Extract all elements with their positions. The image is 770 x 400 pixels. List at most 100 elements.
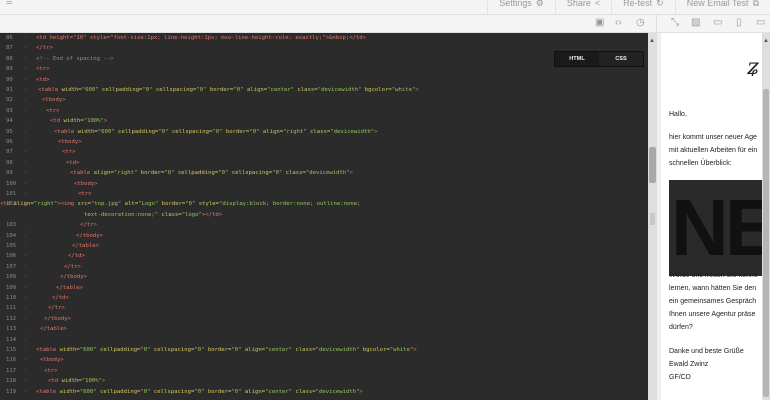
code-token: "center" (265, 388, 296, 395)
preview-scroll-thumb[interactable] (763, 89, 769, 397)
code-token: border= (161, 201, 186, 208)
line-number: 113 (6, 326, 17, 333)
line-number: 117 (6, 367, 17, 374)
code-text: </table> (72, 242, 99, 251)
code-token: border= (209, 87, 234, 93)
code-token: </td> (52, 295, 69, 301)
code-token: cellspacing= (155, 87, 197, 93)
fold-marker: · (24, 388, 28, 395)
email-preview: ʑ Hallo, hier kommt unser neuer Age mit … (661, 33, 762, 400)
code-text: <tr> (78, 190, 91, 199)
fold-marker: · (24, 191, 28, 197)
body-line-3: ein gemeinsames Gespräch (669, 298, 757, 305)
code-text: <table align="right" border="0" cellpadd… (70, 169, 353, 178)
code-token: text-decoration:none;" (84, 211, 162, 218)
code-token: </tr> (48, 305, 65, 312)
code-text: <table width="600" cellpadding="0" cells… (36, 346, 417, 355)
fold-marker: · (24, 357, 28, 364)
code-token: cellspacing= (231, 170, 273, 177)
line-number: 109 (6, 284, 17, 291)
line-number: 106 (6, 253, 17, 260)
code-token: "white" (391, 87, 416, 93)
code-token: "0" (158, 128, 172, 135)
preview-scroll-up-icon[interactable]: ▲ (763, 38, 769, 44)
intro-line-3: schnellen Überblick: (669, 160, 732, 167)
line-number: 119 (6, 388, 17, 395)
code-token: "0" (272, 170, 286, 177)
line-number: 93 (6, 107, 13, 114)
line-number: 115 (6, 347, 17, 353)
layout-icon[interactable]: ▣ (595, 18, 604, 28)
line-number: 88 (6, 55, 13, 62)
code-token: > (415, 87, 419, 93)
line-number: 89 (6, 66, 13, 73)
code-token: "0" (185, 201, 199, 208)
code-token: cellpadding= (102, 87, 143, 93)
expand-icon[interactable]: ⤡ (671, 18, 679, 28)
code-text: <td width="100%"> (50, 117, 107, 126)
retest-button[interactable]: Re-test ↻ (611, 0, 675, 14)
signature-company: GF/CD (669, 374, 691, 381)
code-token: <tbody> (42, 97, 66, 104)
tab-css[interactable]: CSS (599, 52, 643, 66)
code-token: alt= (124, 201, 139, 208)
resize-handle[interactable] (650, 213, 655, 225)
code-token: <table (54, 128, 78, 135)
preview-scrollbar[interactable]: ▲ (762, 33, 770, 400)
fold-marker: · (24, 55, 28, 62)
code-token: "0" (196, 87, 210, 93)
tab-html[interactable]: HTML (555, 52, 599, 66)
code-token: "devicewidth" (330, 128, 375, 135)
desktop-icon[interactable]: ▭ (756, 18, 765, 28)
code-icon[interactable]: ‹› (615, 18, 622, 28)
code-token: <table (70, 170, 94, 177)
code-token: "center" (267, 87, 298, 93)
fold-marker: · (24, 263, 28, 270)
code-text: </tbody> (76, 232, 103, 241)
code-token: > (101, 378, 106, 385)
greeting-text: Hallo, (669, 111, 687, 118)
history-icon[interactable]: ◷ (636, 18, 645, 28)
code-token: "0" (249, 128, 263, 135)
image-icon[interactable]: ▨ (691, 18, 700, 28)
line-number: 100 (6, 180, 17, 187)
code-token: cellspacing= (153, 388, 195, 395)
body-line-1: Würde uns freuen Sie kenne (669, 272, 758, 279)
hamburger-icon[interactable]: ≡ (6, 0, 12, 8)
new-test-button[interactable]: New Email Test ⧉ (674, 0, 770, 14)
code-token: "0" (164, 170, 178, 177)
code-editor[interactable]: 86 · <td height="10" style="font-size:1px;… (0, 33, 648, 400)
settings-button[interactable]: Settings ⚙ (487, 0, 555, 14)
tablet-icon[interactable]: ▭ (713, 18, 722, 28)
code-token: class= (295, 388, 316, 395)
body-line-4: Ihnen unsere Agentur präse (669, 311, 756, 318)
phone-icon[interactable]: ▯ (736, 18, 742, 28)
editor-scroll-thumb[interactable] (649, 147, 656, 183)
code-token: class= (161, 211, 182, 218)
code-text: <table width="600" cellpadding="0" cells… (38, 86, 419, 95)
code-text: <td> (66, 159, 79, 168)
line-number: 116 (6, 357, 17, 364)
scroll-up-icon[interactable]: ▲ (649, 38, 655, 44)
fold-marker: · (24, 274, 28, 281)
code-token: bgcolor= (362, 347, 390, 353)
code-token: align= (244, 347, 266, 353)
share-button[interactable]: Share < (554, 0, 611, 14)
editor-scrollbar[interactable]: ▲ (648, 33, 657, 400)
share-label: Share (566, 0, 591, 8)
code-token: cellspacing= (153, 347, 195, 353)
line-number: 105 (6, 243, 17, 249)
line-number: 97 (6, 149, 13, 156)
code-token: <td (50, 118, 64, 125)
code-token: > (103, 118, 108, 125)
logo-image: ʑ (747, 55, 760, 80)
top-bar: ≡ Settings ⚙ Share < Re-test ↻ New Email… (0, 0, 770, 15)
fold-marker: · (24, 87, 28, 93)
code-token: "right" (33, 201, 58, 208)
fold-marker: · (24, 128, 28, 135)
code-token: cellpadding= (118, 128, 159, 135)
code-token: align= (262, 128, 284, 135)
code-token: </tr> (64, 263, 81, 270)
fold-marker: · (24, 326, 28, 333)
code-text: <td align="right"><img src="top.jpg" alt… (0, 200, 360, 209)
